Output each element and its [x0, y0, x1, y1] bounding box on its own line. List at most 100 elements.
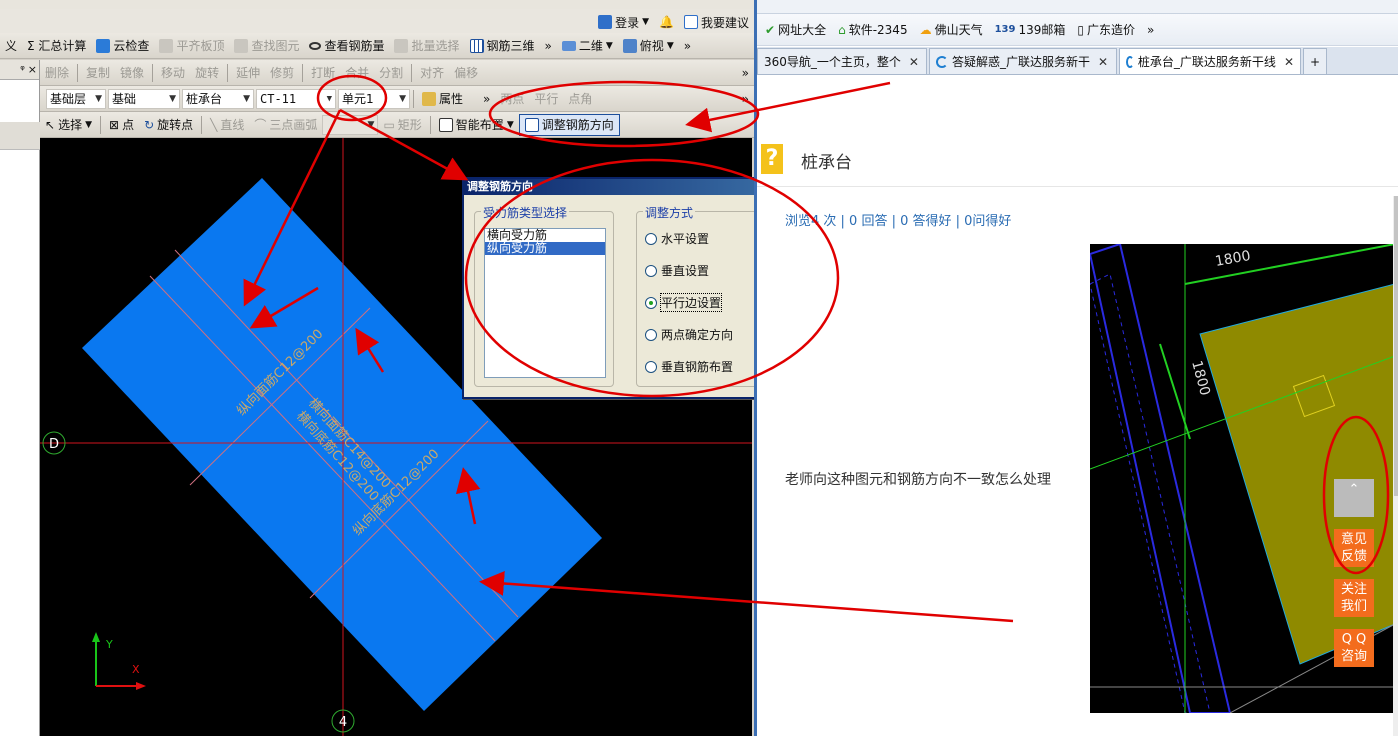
point-angle-button[interactable]: 点角: [563, 88, 597, 110]
pin-icon[interactable]: ᵠ: [20, 63, 25, 76]
ucs-x-arrow: [136, 682, 146, 690]
left-panel-header: ᵠ ×: [0, 60, 39, 80]
top-view-dropdown[interactable]: 俯视 ▼: [618, 35, 679, 57]
rebar-type-list[interactable]: 横向受力筋 纵向受力筋: [484, 228, 606, 378]
unit-select[interactable]: 单元1 ▼: [338, 88, 410, 109]
element-select[interactable]: CT-11 ▼: [256, 88, 336, 109]
offset-button[interactable]: 偏移: [449, 62, 483, 84]
arc-mode-select[interactable]: ▼: [322, 114, 379, 135]
line-button[interactable]: ╲ 直线: [205, 114, 249, 136]
login-button[interactable]: 登录 ▼: [593, 11, 654, 33]
batch-select-button[interactable]: 批量选择: [389, 35, 464, 57]
toolbar2-more[interactable]: »: [737, 62, 754, 84]
adjust-rebar-direction-button[interactable]: 调整钢筋方向: [518, 113, 620, 136]
rotate-point-button[interactable]: ↻ 旋转点: [139, 114, 198, 136]
qq-consult-button[interactable]: Q Q 咨询: [1334, 629, 1374, 667]
page-icon: ▯: [1077, 22, 1084, 37]
parallel-button[interactable]: 平行: [529, 88, 563, 110]
separator: [302, 63, 304, 82]
align-slab-button[interactable]: 平齐板顶: [154, 35, 229, 57]
category-select[interactable]: 基础 ▼: [108, 88, 180, 109]
radio-dot: [645, 328, 657, 341]
bookmark-item[interactable]: 139 139邮箱: [995, 21, 1066, 38]
two-point-button[interactable]: 两点: [495, 88, 529, 110]
find-element-button[interactable]: 查找图元: [229, 35, 304, 57]
bookmark-label: 139邮箱: [1018, 23, 1066, 37]
bookmark-label: 广东造价: [1086, 23, 1135, 37]
view-2d-dropdown[interactable]: 二维 ▼: [557, 35, 618, 57]
dialog-titlebar[interactable]: 调整钢筋方向 ✕: [464, 179, 754, 195]
property-button[interactable]: 属性: [417, 88, 468, 110]
question-text: 老师向这种图元和钢筋方向不一致怎么处理: [785, 472, 1051, 488]
new-tab-button[interactable]: +: [1303, 48, 1327, 74]
rebar-3d-button[interactable]: 钢筋三维: [465, 35, 540, 57]
tab-close-icon[interactable]: ✕: [909, 55, 919, 69]
page-scrollbar[interactable]: [1393, 196, 1398, 736]
radio-parallel-edge[interactable]: 平行边设置: [645, 293, 723, 312]
copy-button[interactable]: 复制: [81, 62, 115, 84]
glasses-icon: [309, 41, 322, 50]
close-icon[interactable]: ×: [28, 63, 37, 76]
toolbar3-more-2[interactable]: »: [737, 88, 754, 110]
top-view-label: 俯视: [639, 39, 664, 53]
three-arc-button[interactable]: ⌒ 三点画弧: [249, 114, 322, 136]
align-button[interactable]: 对齐: [415, 62, 449, 84]
bookmark-item[interactable]: ✔ 网址大全: [765, 21, 826, 38]
rotate-button[interactable]: 旋转: [190, 62, 224, 84]
rect-label: 矩形: [397, 118, 422, 132]
view-rebar-button[interactable]: 查看钢筋量: [304, 35, 389, 57]
user-icon: [598, 15, 613, 29]
break-button[interactable]: 打断: [306, 62, 340, 84]
radio-vertical-rebar[interactable]: 垂直钢筋布置: [645, 358, 733, 375]
back-to-top-button[interactable]: ⌃: [1334, 479, 1374, 517]
radio-label: 垂直钢筋布置: [661, 360, 734, 374]
toolbar3-more[interactable]: »: [478, 88, 495, 110]
radio-vertical[interactable]: 垂直设置: [645, 262, 709, 279]
bookmark-item[interactable]: ☁ 佛山天气: [920, 21, 983, 38]
smart-layout-button[interactable]: 智能布置 ▼: [434, 114, 519, 136]
radio-two-point[interactable]: 两点确定方向: [645, 326, 733, 343]
mirror-button[interactable]: 镜像: [115, 62, 149, 84]
radio-dot: [645, 264, 657, 277]
sum-calc-button[interactable]: Σ 汇总计算: [22, 35, 91, 57]
rect-button[interactable]: ▭ 矩形: [378, 114, 426, 136]
list-item-selected[interactable]: 纵向受力筋: [485, 242, 605, 255]
bookmark-item[interactable]: ▯ 广东造价: [1077, 21, 1135, 38]
arc-icon: ⌒: [254, 118, 267, 132]
follow-button[interactable]: 关注 我们: [1334, 579, 1374, 617]
cloud-check-button[interactable]: 云检查: [91, 35, 154, 57]
browser-tab[interactable]: 答疑解惑_广联达服务新干 ✕: [929, 48, 1117, 74]
merge-button[interactable]: 合并: [340, 62, 374, 84]
separator: [100, 115, 101, 134]
grid-icon: [469, 38, 484, 53]
radio-horizontal[interactable]: 水平设置: [645, 230, 709, 247]
suggest-button[interactable]: 我要建议: [679, 11, 754, 33]
bookmarks-more[interactable]: »: [1147, 23, 1154, 37]
tab-strip: 360导航_一个主页，整个 ✕ 答疑解惑_广联达服务新干 ✕ 桩承台_广联达服务新干…: [757, 47, 1398, 75]
browser-tab-active[interactable]: 桩承台_广联达服务新干线 ✕: [1119, 48, 1301, 74]
point-button[interactable]: ⊠ 点: [104, 114, 139, 136]
feedback-button[interactable]: 意见 反馈: [1334, 529, 1374, 567]
toolbar1-item-0[interactable]: 义: [0, 35, 22, 57]
bell-icon[interactable]: 🔔: [654, 11, 679, 33]
align-slab-label: 平齐板顶: [176, 39, 225, 53]
browser-tab[interactable]: 360导航_一个主页，整个 ✕: [757, 48, 927, 74]
binoculars-icon: [234, 38, 249, 53]
type-select[interactable]: 桩承台 ▼: [182, 88, 254, 109]
tab-close-icon[interactable]: ✕: [1284, 55, 1294, 69]
select-button[interactable]: ↖ 选择 ▼: [40, 114, 97, 136]
toolbar1-more-2[interactable]: »: [679, 35, 696, 57]
scrollbar-thumb[interactable]: [1394, 196, 1398, 496]
point-icon: ⊠: [109, 117, 120, 132]
floor-select[interactable]: 基础层 ▼: [46, 88, 106, 109]
extend-button[interactable]: 延伸: [231, 62, 265, 84]
delete-button[interactable]: 删除: [40, 62, 74, 84]
toolbar1-more[interactable]: »: [540, 35, 557, 57]
bookmark-item[interactable]: ⌂ 软件-2345: [838, 21, 908, 38]
split-button[interactable]: 分割: [374, 62, 408, 84]
question-stats: 浏览4 次 | 0 回答 | 0 答得好 | 0问得好: [785, 214, 1012, 229]
trim-button[interactable]: 修剪: [265, 62, 299, 84]
tab-close-icon[interactable]: ✕: [1098, 55, 1108, 69]
address-bar[interactable]: [757, 0, 1398, 14]
move-button[interactable]: 移动: [156, 62, 190, 84]
